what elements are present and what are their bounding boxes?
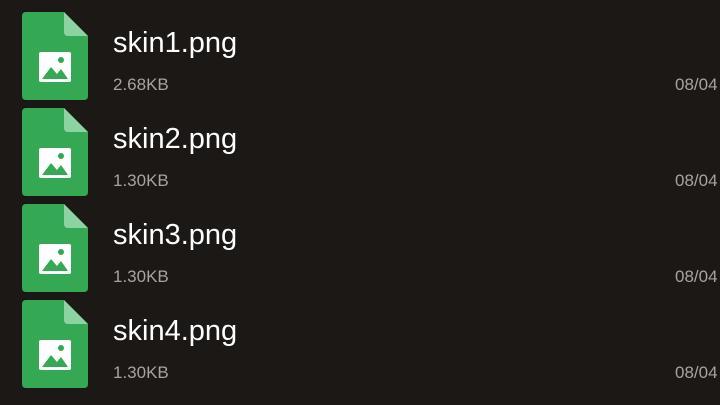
file-date: 08/04: [675, 75, 718, 94]
image-file-icon: [22, 12, 88, 100]
file-row[interactable]: skin1.png 2.68KB 08/04: [0, 0, 720, 100]
file-name: skin4.png: [113, 315, 238, 347]
file-date: 08/04: [675, 363, 718, 382]
image-file-icon: [22, 204, 88, 292]
file-date: 08/04: [675, 171, 718, 190]
file-name: skin3.png: [113, 219, 238, 251]
file-name: skin1.png: [113, 27, 238, 59]
image-file-icon: [22, 300, 88, 388]
file-list: skin1.png 2.68KB 08/04 skin2.png 1.30KB …: [0, 0, 720, 405]
file-date: 08/04: [675, 267, 718, 286]
file-row[interactable]: skin4.png 1.30KB 08/04: [0, 288, 720, 388]
image-file-icon: [22, 108, 88, 196]
file-size: 2.68KB: [113, 75, 169, 94]
file-row[interactable]: skin3.png 1.30KB 08/04: [0, 192, 720, 292]
file-row[interactable]: skin2.png 1.30KB 08/04: [0, 96, 720, 196]
file-size: 1.30KB: [113, 171, 169, 190]
file-size: 1.30KB: [113, 267, 169, 286]
file-name: skin2.png: [113, 123, 238, 155]
file-size: 1.30KB: [113, 363, 169, 382]
